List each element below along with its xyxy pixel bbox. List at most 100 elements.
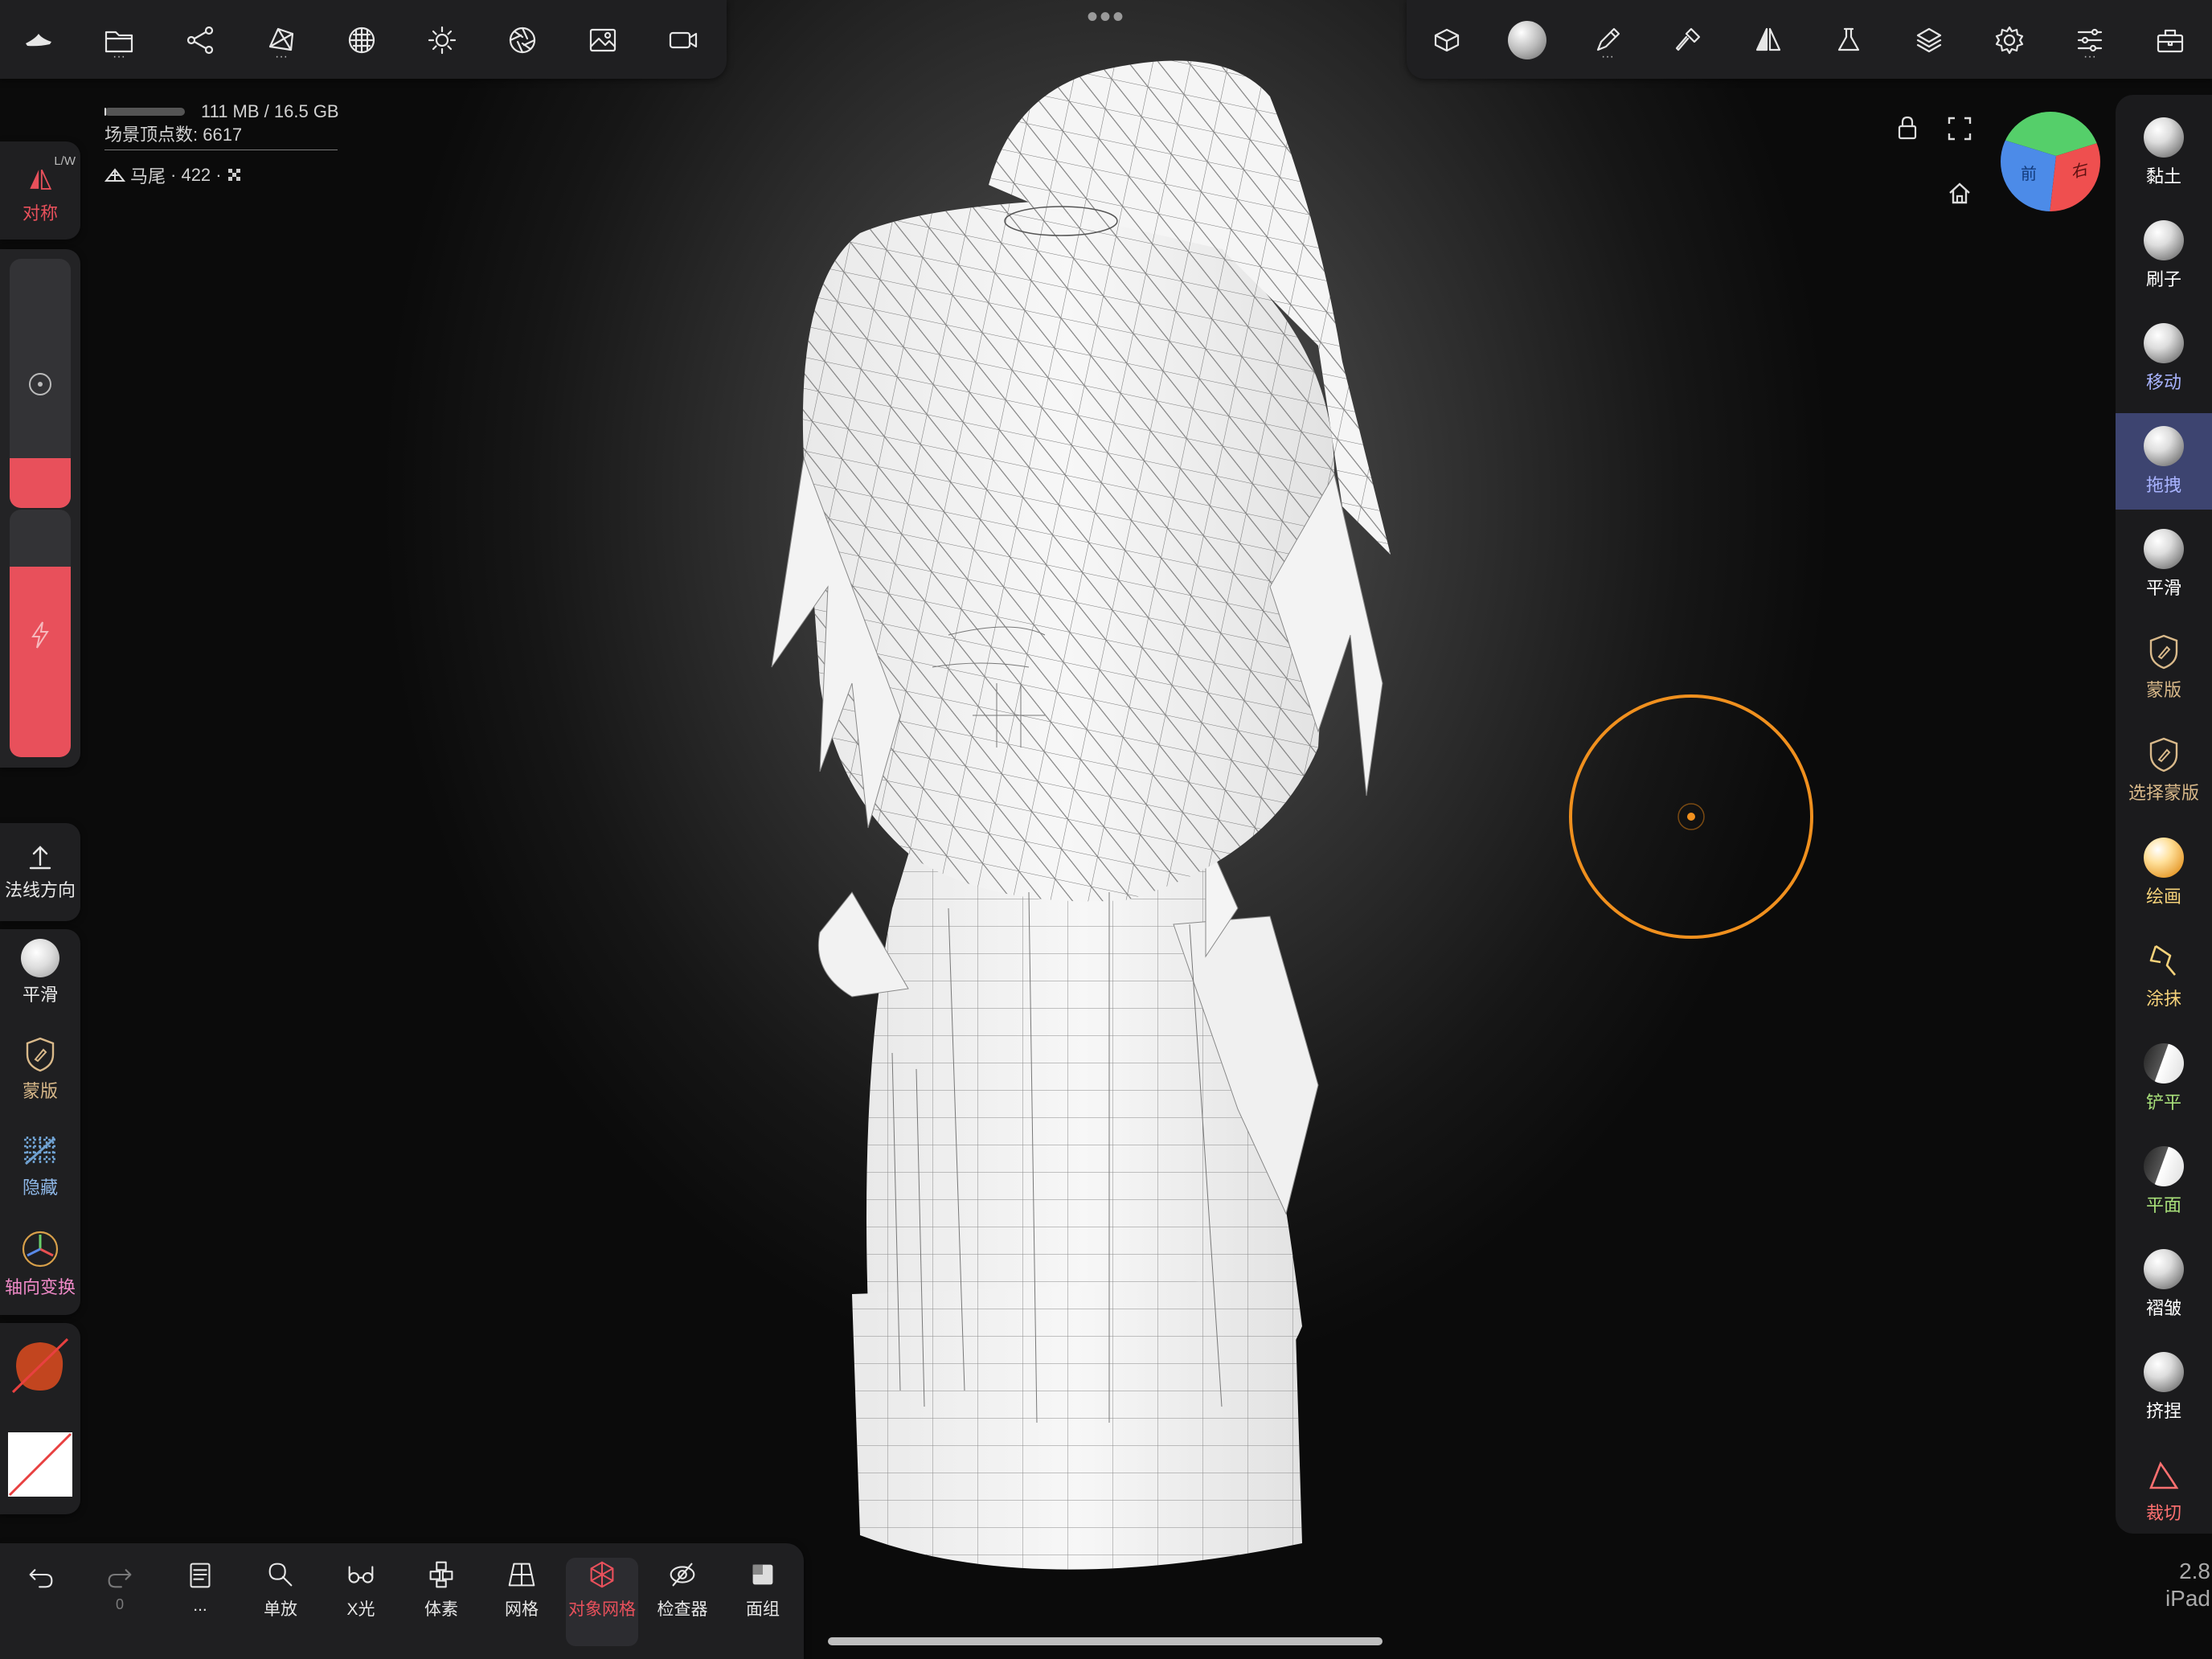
tool-1[interactable]: 刷子	[2116, 207, 2212, 304]
toolbox-icon[interactable]	[2146, 16, 2194, 64]
smooth-button[interactable]: 平滑	[0, 939, 80, 1006]
light-sun-icon[interactable]	[418, 16, 466, 64]
bottom-item-3[interactable]: 网格	[485, 1558, 558, 1646]
home-indicator	[828, 1637, 1382, 1645]
brush-sphere-icon	[2144, 323, 2184, 363]
tool-10[interactable]: 平面	[2116, 1133, 2212, 1230]
tool-3[interactable]: 拖拽	[2116, 413, 2212, 510]
tool-4[interactable]: 平滑	[2116, 516, 2212, 612]
tool-label: 移动	[2145, 372, 2181, 392]
symmetry-button[interactable]: L/W 对称	[0, 141, 80, 240]
nomad-logo-icon[interactable]	[14, 16, 63, 64]
brush-sphere-icon	[2144, 529, 2184, 569]
trim-knife-icon	[2149, 1461, 2179, 1489]
top-right-toolbar: ··· ···	[1407, 0, 2212, 79]
layers-icon[interactable]	[1905, 16, 1953, 64]
settings-gear-icon[interactable]	[1985, 16, 2034, 64]
scene-graph-icon[interactable]	[177, 16, 225, 64]
redo-button[interactable]: 0	[84, 1558, 156, 1646]
tool-label: 黏土	[2145, 166, 2181, 186]
tool-label: 裁切	[2145, 1503, 2181, 1523]
camera-icon[interactable]	[659, 16, 707, 64]
no-texture-icon	[8, 1432, 72, 1497]
bottom-item-label: 检查器	[657, 1600, 708, 1619]
object-name: 马尾	[130, 166, 166, 186]
wireframe-model[interactable]	[707, 24, 1511, 1616]
radius-icon	[29, 373, 51, 395]
gizmo-axis-icon	[22, 1231, 59, 1268]
tool-6[interactable]: 选择蒙版	[2116, 722, 2212, 818]
material-sphere-icon[interactable]	[338, 16, 386, 64]
topology-icon[interactable]: ···	[257, 16, 305, 64]
history-button[interactable]: ...	[164, 1558, 236, 1646]
bottom-item-icon	[268, 1563, 293, 1587]
brush-sphere-icon	[2144, 1146, 2184, 1186]
bottom-item-icon	[670, 1563, 695, 1587]
lock-icon[interactable]	[1895, 114, 1919, 141]
bottom-item-1[interactable]: X光	[325, 1558, 397, 1646]
intensity-slider[interactable]	[10, 510, 71, 757]
drag-handle[interactable]: •••	[1087, 1, 1125, 33]
history-book-icon	[190, 1563, 211, 1588]
folder-icon[interactable]: ···	[95, 16, 143, 64]
symmetry-icon	[30, 169, 52, 190]
radius-slider[interactable]	[10, 259, 71, 508]
bottom-item-5[interactable]: 检查器	[646, 1558, 719, 1646]
arrow-up-icon	[29, 846, 51, 870]
normal-direction-button[interactable]: 法线方向	[0, 823, 80, 921]
undo-button[interactable]	[5, 1558, 77, 1646]
home-view-icon[interactable]	[1947, 180, 1972, 206]
bottom-item-label: 面组	[746, 1600, 780, 1619]
radius-slider-fill	[10, 458, 71, 508]
tool-label: 挤捏	[2145, 1401, 2181, 1421]
shield-icon	[2149, 634, 2178, 670]
tool-label: 涂抹	[2145, 989, 2181, 1009]
brush-tool-icon[interactable]	[1664, 16, 1712, 64]
stroke-pen-icon[interactable]: ···	[1583, 16, 1632, 64]
texture-swatch[interactable]	[8, 1432, 72, 1497]
mesh-icon	[104, 168, 125, 182]
tool-2[interactable]: 移动	[2116, 310, 2212, 407]
mask-button[interactable]: 蒙版	[0, 1035, 80, 1103]
bottom-item-icon	[348, 1566, 374, 1583]
aperture-icon[interactable]	[498, 16, 547, 64]
gizmo-button[interactable]: 轴向变换	[0, 1228, 80, 1299]
color-drop-icon	[11, 1337, 69, 1394]
sliders-icon[interactable]: ···	[2066, 16, 2114, 64]
hide-label: 隐藏	[22, 1178, 58, 1198]
tool-11[interactable]: 褶皱	[2116, 1236, 2212, 1333]
bottom-item-6[interactable]: 面组	[727, 1558, 799, 1646]
brush-cursor	[1569, 694, 1813, 939]
tool-label: 选择蒙版	[2128, 783, 2199, 803]
bottom-item-label: 对象网格	[568, 1600, 636, 1619]
tool-label: 绘画	[2145, 887, 2181, 907]
fullscreen-icon[interactable]	[1947, 116, 1972, 141]
selected-object[interactable]: 马尾 · 422 ·	[104, 162, 243, 188]
version-number: 2.8	[2179, 1559, 2210, 1583]
flask-icon[interactable]	[1825, 16, 1873, 64]
model-body	[817, 812, 1319, 1570]
hide-button[interactable]: 隐藏	[0, 1132, 80, 1199]
tool-8[interactable]: 涂抹	[2116, 928, 2212, 1024]
brush-sphere-icon	[2144, 1043, 2184, 1083]
tool-label: 褶皱	[2145, 1298, 2181, 1318]
shield-icon	[2149, 737, 2178, 772]
normal-direction-label: 法线方向	[4, 880, 76, 900]
view-cube-gizmo[interactable]: 前 右	[1998, 109, 2103, 214]
bottom-item-2[interactable]: 体素	[405, 1558, 477, 1646]
brush-sliders	[0, 249, 80, 768]
mask-shield-icon	[26, 1037, 55, 1072]
tool-5[interactable]: 蒙版	[2116, 619, 2212, 715]
background-image-icon[interactable]	[579, 16, 627, 64]
history-more: ...	[193, 1596, 207, 1615]
bottom-item-0[interactable]: 单放	[244, 1558, 317, 1646]
undo-count: 0	[115, 1596, 124, 1612]
bottom-item-4[interactable]: 对象网格	[566, 1558, 638, 1646]
tool-0[interactable]: 黏土	[2116, 104, 2212, 201]
material-color-swatch[interactable]	[10, 1334, 71, 1395]
symmetry-icon[interactable]	[1744, 16, 1792, 64]
tool-9[interactable]: 铲平	[2116, 1030, 2212, 1127]
tool-13[interactable]: 裁切	[2116, 1442, 2212, 1538]
tool-12[interactable]: 挤捏	[2116, 1339, 2212, 1436]
tool-7[interactable]: 绘画	[2116, 825, 2212, 921]
